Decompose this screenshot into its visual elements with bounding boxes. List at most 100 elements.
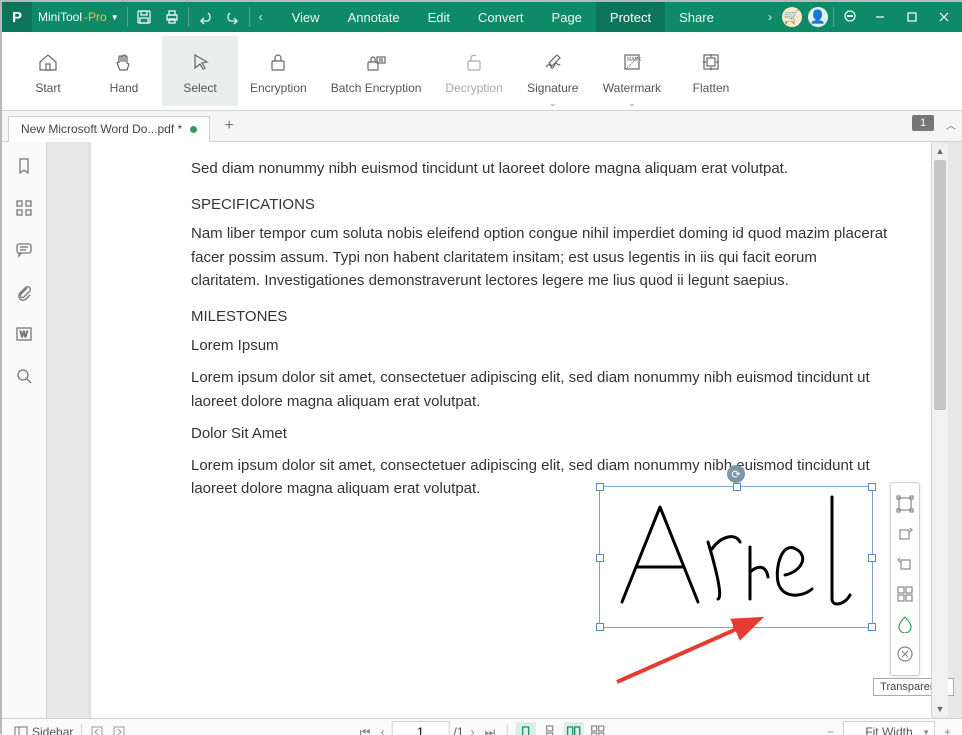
document-tab[interactable]: New Microsoft Word Do...pdf * [8,116,210,142]
main-area: W Sed diam nonummy nibh euismod tincidun… [2,142,962,718]
maximize-button[interactable] [896,2,928,32]
scroll-up-icon[interactable]: ▲ [932,143,948,159]
cart-icon[interactable]: 🛒 [782,7,802,27]
doc-title: New Microsoft Word Do...pdf * [21,122,182,136]
menu-convert[interactable]: Convert [464,2,538,32]
print-icon[interactable] [158,2,186,32]
heading: MILESTONES [191,308,888,325]
user-icon[interactable]: 👤 [808,7,828,27]
view-two-page-icon[interactable] [563,722,583,735]
close-button[interactable] [928,2,960,32]
zoom-controls: − Fit Width ▼ + [824,721,954,735]
rib-signature[interactable]: Signature ⌄ [515,36,591,106]
scroll-down-icon[interactable]: ▼ [932,701,948,717]
dropdown-icon: ⌄ [549,99,556,108]
home-icon [37,47,59,77]
lock-icon [267,47,289,77]
app-brand[interactable]: MiniTool-Pro ▼ [32,10,125,24]
attachment-icon[interactable] [12,280,36,304]
separator [506,724,507,735]
view-continuous-icon[interactable] [539,722,559,735]
rib-watermark[interactable]: MARK Watermark ⌄ [591,36,673,106]
hand-icon [113,47,135,77]
separator [249,7,250,27]
chat-icon[interactable] [836,2,864,32]
status-bar: Sidebar ⏮ ‹ /1 › ⏭ − Fit Width ▼ + [2,718,962,735]
scroll-thumb[interactable] [934,160,946,410]
page-input[interactable] [391,721,449,735]
redo-icon[interactable] [219,2,247,32]
thumbnails-icon[interactable] [12,196,36,220]
first-page-icon[interactable]: ⏮ [357,725,374,735]
rib-hand[interactable]: Hand [86,36,162,106]
last-page-icon[interactable]: ⏭ [482,725,499,735]
menu-share[interactable]: Share [665,2,728,32]
bounding-box-icon[interactable] [891,489,919,519]
brand-dropdown-icon: ▼ [111,13,119,22]
rotate-right-icon[interactable] [891,519,919,549]
signature-drawing [600,487,872,627]
body-text: Dolor Sit Amet [191,422,888,445]
bookmark-icon[interactable] [12,154,36,178]
rotate-left-icon[interactable] [891,549,919,579]
separator [81,724,82,735]
chevron-left-icon[interactable]: ‹ [252,10,270,24]
watermark-icon: MARK [621,47,643,77]
save-icon[interactable] [130,2,158,32]
menu-annotate[interactable]: Annotate [334,2,414,32]
ribbon: Start Hand Select Encryption Batch Encry… [2,32,962,111]
rotate-handle[interactable]: ⟳ [727,465,745,483]
document-viewport[interactable]: Sed diam nonummy nibh euismod tincidunt … [47,142,962,718]
separator [833,7,834,27]
page-badge: 1 [912,115,934,131]
svg-text:W: W [20,330,28,339]
separator [188,7,189,27]
body-text: Sed diam nonummy nibh euismod tincidunt … [191,157,888,180]
word-export-icon[interactable]: W [12,322,36,346]
vertical-scrollbar[interactable]: ▲ ▼ [931,143,948,717]
dropdown-icon: ⌄ [629,99,636,108]
zoom-select[interactable]: Fit Width ▼ [843,721,935,735]
body-text: Lorem Ipsum [191,334,888,357]
rib-select[interactable]: Select [162,36,238,106]
search-icon[interactable] [12,364,36,388]
page-nav: ⏮ ‹ /1 › ⏭ [357,721,608,735]
body-text: Nam liber tempor cum soluta nobis eleife… [191,222,888,292]
menu-edit[interactable]: Edit [414,2,464,32]
view-single-icon[interactable] [515,722,535,735]
chevron-right-icon[interactable]: › [761,10,779,24]
title-right: › 🛒 👤 [761,2,960,32]
signature-box[interactable]: ⟳ [599,486,873,628]
app-logo: P [2,2,32,32]
separator [127,7,128,27]
heading: SPECIFICATIONS [191,196,888,213]
signature-icon [542,47,564,77]
menu-page[interactable]: Page [538,2,596,32]
delete-icon[interactable] [891,639,919,669]
menu-view[interactable]: View [278,2,334,32]
page-paper: Sed diam nonummy nibh euismod tincidunt … [91,142,932,718]
rib-batch-encryption[interactable]: Batch Encryption [319,36,434,106]
rib-decryption: Decryption [433,36,514,106]
view-grid-icon[interactable] [587,722,607,735]
cursor-icon [189,47,211,77]
new-tab-button[interactable]: + [218,115,240,137]
comments-icon[interactable] [12,238,36,262]
brand-suffix: -Pro [84,10,107,24]
left-sidebar: W [2,142,47,718]
rib-flatten[interactable]: Flatten [673,36,749,106]
transparency-icon[interactable] [891,609,919,639]
rib-start[interactable]: Start [10,36,86,106]
batch-lock-icon [365,47,387,77]
apply-all-icon[interactable] [891,579,919,609]
document-tabs: New Microsoft Word Do...pdf * + 1 ︿ [2,111,962,142]
body-text: Lorem ipsum dolor sit amet, consectetuer… [191,366,888,413]
menu-protect[interactable]: Protect [596,2,665,32]
undo-icon[interactable] [191,2,219,32]
menu-tabs: View Annotate Edit Convert Page Protect … [278,2,728,32]
title-bar: P MiniTool-Pro ▼ ‹ View Annotate Edit Co… [2,2,962,32]
collapse-icon[interactable]: ︿ [946,117,956,132]
minimize-button[interactable] [864,2,896,32]
rib-encryption[interactable]: Encryption [238,36,319,106]
unlock-icon [463,47,485,77]
